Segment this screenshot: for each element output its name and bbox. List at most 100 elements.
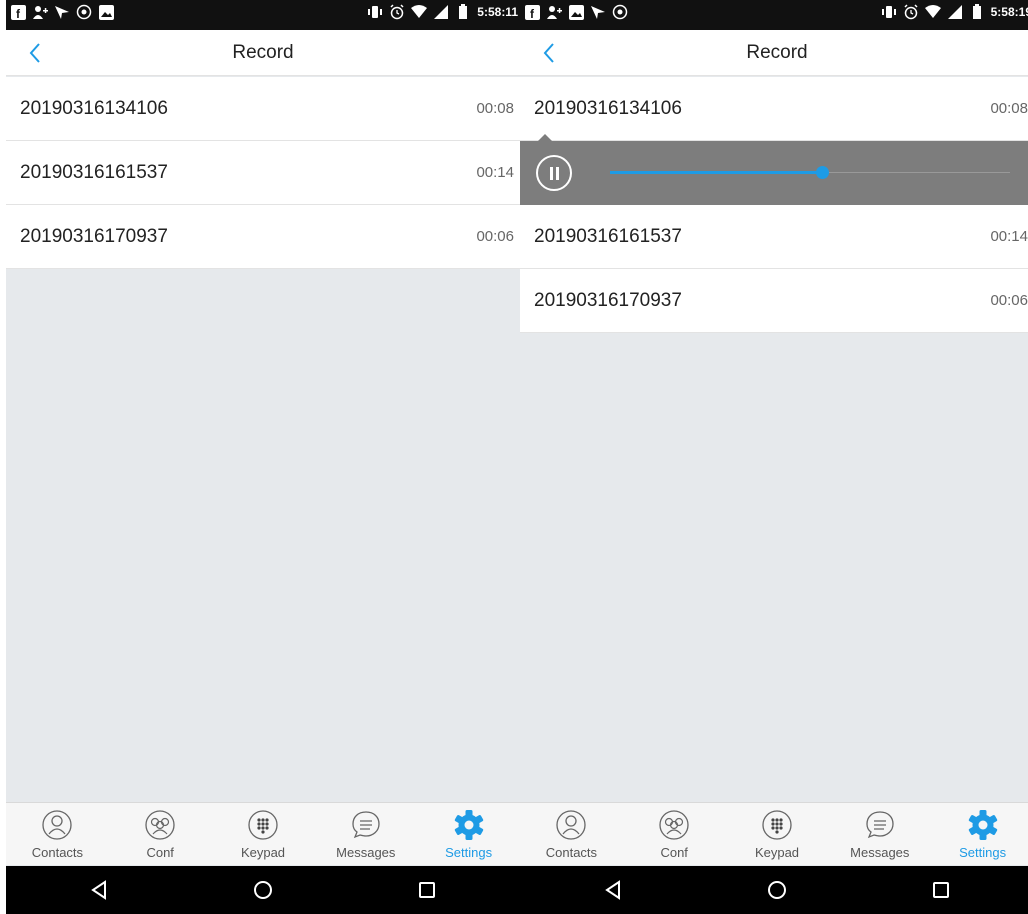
record-name: 20190316134106 — [534, 98, 682, 119]
tab-keypad[interactable]: Keypad — [726, 803, 829, 865]
signal-icon — [947, 4, 963, 20]
gear-icon — [968, 810, 997, 840]
tab-keypad[interactable]: Keypad — [212, 803, 315, 865]
tab-bar: Contacts Conf Keypad Messages Settings — [6, 802, 520, 865]
pause-button[interactable] — [536, 155, 572, 191]
record-row[interactable]: 20190316161537 00:14 — [520, 205, 1028, 269]
back-button[interactable] — [20, 38, 50, 68]
tab-label: Settings — [959, 845, 1007, 860]
alarm-icon — [389, 4, 405, 20]
contact-person-icon — [42, 810, 73, 840]
record-duration: 00:08 — [990, 100, 1028, 117]
battery-icon — [969, 4, 985, 20]
record-list: 20190316134106 00:08 20190316161537 00:1… — [520, 77, 1028, 333]
tab-messages[interactable]: Messages — [828, 803, 931, 865]
navigation-icon — [590, 4, 606, 20]
signal-icon — [433, 4, 449, 20]
system-nav-bar — [520, 866, 1028, 914]
gear-icon — [454, 810, 483, 840]
wifi-icon — [411, 4, 428, 20]
recents-square-icon[interactable] — [929, 878, 953, 902]
record-duration: 00:14 — [990, 228, 1028, 245]
record-duration: 00:08 — [476, 100, 514, 117]
phone-screen-left: f 5:58:11 Record 20190316134106 00:08 20… — [6, 0, 520, 914]
message-bubble-icon — [352, 811, 380, 839]
person-add-icon — [546, 4, 562, 20]
record-row[interactable]: 20190316170937 00:06 — [6, 205, 520, 269]
whatsapp-icon — [76, 4, 92, 20]
tab-conf[interactable]: Conf — [623, 803, 726, 865]
back-button[interactable] — [534, 38, 564, 68]
record-row[interactable]: 20190316161537 00:14 — [6, 141, 520, 205]
progress-fill — [610, 171, 822, 174]
record-row[interactable]: 20190316134106 00:08 — [6, 77, 520, 141]
phone-screen-right: f 5:58:19 Record 20190316134106 00:08 20… — [520, 0, 1028, 914]
person-add-icon — [32, 4, 48, 20]
tab-settings[interactable]: Settings — [931, 803, 1028, 865]
tab-label: Keypad — [754, 845, 800, 860]
record-duration: 00:14 — [476, 164, 514, 181]
record-name: 20190316161537 — [20, 162, 168, 183]
facebook-icon: f — [524, 4, 540, 20]
back-triangle-icon[interactable] — [87, 878, 111, 902]
tab-label: Messages — [336, 845, 396, 860]
record-name: 20190316161537 — [534, 226, 682, 247]
page-title: Record — [232, 42, 294, 63]
keypad-icon — [762, 810, 792, 840]
chevron-left-icon — [543, 43, 554, 63]
home-circle-icon[interactable] — [251, 878, 275, 902]
tab-contacts[interactable]: Contacts — [520, 803, 623, 865]
tab-contacts[interactable]: Contacts — [6, 803, 109, 865]
vibrate-icon — [881, 4, 897, 20]
navigation-icon — [54, 4, 70, 20]
image-icon — [98, 4, 114, 20]
record-list: 20190316134106 00:08 20190316161537 00:1… — [6, 77, 520, 269]
conference-icon — [145, 810, 175, 840]
record-name: 20190316170937 — [20, 226, 168, 247]
header: Record — [520, 30, 1028, 76]
progress-thumb[interactable] — [816, 166, 829, 179]
record-row[interactable]: 20190316170937 00:06 — [520, 269, 1028, 333]
status-time: 5:58:19 — [990, 5, 1028, 19]
record-row[interactable]: 20190316134106 00:08 — [520, 77, 1028, 141]
conference-icon — [659, 810, 689, 840]
record-duration: 00:06 — [990, 292, 1028, 309]
tab-label: Messages — [850, 845, 910, 860]
tab-settings[interactable]: Settings — [417, 803, 520, 865]
record-name: 20190316170937 — [534, 290, 682, 311]
status-time: 5:58:11 — [477, 5, 518, 19]
alarm-icon — [903, 4, 919, 20]
battery-icon — [455, 4, 471, 20]
progress-track[interactable] — [610, 166, 1010, 179]
tab-label: Settings — [445, 845, 493, 860]
image-icon — [568, 4, 584, 20]
system-nav-bar — [6, 866, 520, 914]
tab-label: Contacts — [31, 845, 84, 860]
tab-label: Keypad — [240, 845, 286, 860]
tab-conf[interactable]: Conf — [109, 803, 212, 865]
record-duration: 00:06 — [476, 228, 514, 245]
keypad-icon — [248, 810, 278, 840]
whatsapp-icon — [612, 4, 628, 20]
back-triangle-icon[interactable] — [601, 878, 625, 902]
vibrate-icon — [367, 4, 383, 20]
recents-square-icon[interactable] — [415, 878, 439, 902]
contact-person-icon — [556, 810, 587, 840]
tab-bar: Contacts Conf Keypad Messages Settings — [520, 802, 1028, 865]
message-bubble-icon — [866, 811, 894, 839]
audio-player — [520, 134, 1028, 205]
tab-label: Conf — [660, 845, 688, 860]
tab-label: Contacts — [545, 845, 598, 860]
wifi-icon — [924, 4, 941, 20]
tab-label: Conf — [146, 845, 174, 860]
page-title: Record — [746, 42, 808, 63]
chevron-left-icon — [29, 43, 40, 63]
facebook-icon: f — [10, 4, 26, 20]
home-circle-icon[interactable] — [765, 878, 789, 902]
status-bar: f 5:58:11 — [6, 0, 520, 30]
record-name: 20190316134106 — [20, 98, 168, 119]
header: Record — [6, 30, 520, 76]
player-pointer — [538, 134, 552, 141]
tab-messages[interactable]: Messages — [314, 803, 417, 865]
status-bar: f 5:58:19 — [520, 0, 1028, 30]
